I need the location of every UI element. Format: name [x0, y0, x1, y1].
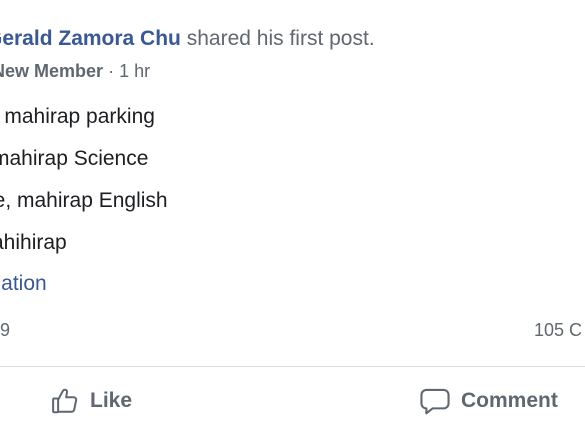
comment-bubble-icon: [419, 386, 451, 416]
post-text-line-3: le, mahirap English: [0, 189, 168, 212]
like-button[interactable]: Like: [50, 381, 132, 421]
member-badge[interactable]: New Member: [0, 61, 103, 81]
meta-separator: ·: [108, 61, 115, 81]
author-name-link[interactable]: Gerald Zamora Chu: [0, 27, 181, 50]
see-translation-link[interactable]: slation: [0, 270, 47, 298]
post-text-line-4: ahihirap: [0, 231, 67, 254]
like-label: Like: [90, 389, 133, 412]
comment-label: Comment: [461, 389, 558, 412]
reaction-count[interactable]: 479: [0, 318, 10, 342]
post-header: Gerald Zamora Chu shared his first post.: [0, 25, 375, 53]
post-action-text: shared his first post.: [186, 27, 375, 50]
post-meta: New Member · 1 hr: [0, 59, 150, 83]
thumbs-up-icon: [50, 386, 80, 416]
comment-button[interactable]: Comment: [419, 381, 558, 421]
post-timestamp[interactable]: 1 hr: [119, 61, 150, 81]
post-text-line-2: mahirap Science: [0, 147, 149, 170]
post-text-line-1: p, mahirap parking: [0, 105, 155, 128]
comment-count[interactable]: 105 C: [534, 318, 582, 342]
divider: [0, 366, 585, 367]
